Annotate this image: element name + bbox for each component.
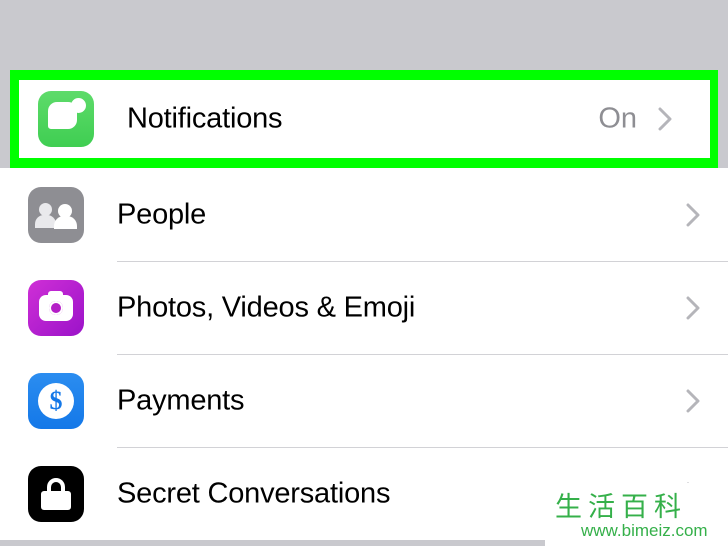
notifications-label: Notifications — [127, 102, 283, 135]
notifications-bubble-icon — [38, 91, 94, 147]
list-item-people[interactable]: People — [0, 168, 728, 261]
chevron-right-icon — [658, 107, 672, 131]
lock-icon — [28, 465, 84, 522]
chevron-right-icon — [686, 296, 700, 320]
people-icon — [28, 186, 84, 243]
notifications-value: On — [598, 102, 637, 135]
list-item-payments[interactable]: $ Payments — [0, 354, 728, 447]
list-item-label: People — [117, 198, 207, 230]
list-item-photos-videos-emoji[interactable]: Photos, Videos & Emoji — [0, 261, 728, 354]
list-item-label: Photos, Videos & Emoji — [117, 291, 416, 323]
chevron-right-icon — [686, 203, 700, 227]
notifications-highlight-frame: Notifications On — [10, 70, 718, 168]
screen-top-spacer — [0, 0, 728, 70]
list-item-label: Payments — [117, 384, 245, 416]
phone-screen: Notifications On People Photos, Videos &… — [0, 0, 728, 546]
camera-icon — [28, 279, 84, 336]
chevron-right-icon — [686, 389, 700, 413]
dollar-icon: $ — [28, 372, 84, 429]
watermark: 生活百科 www.bimeiz.com — [545, 483, 728, 546]
watermark-url: www.bimeiz.com — [581, 521, 708, 540]
notifications-row[interactable]: Notifications On — [19, 80, 710, 158]
list-item-label: Secret Conversations — [117, 477, 391, 509]
watermark-logo: 生活百科 — [555, 492, 687, 523]
